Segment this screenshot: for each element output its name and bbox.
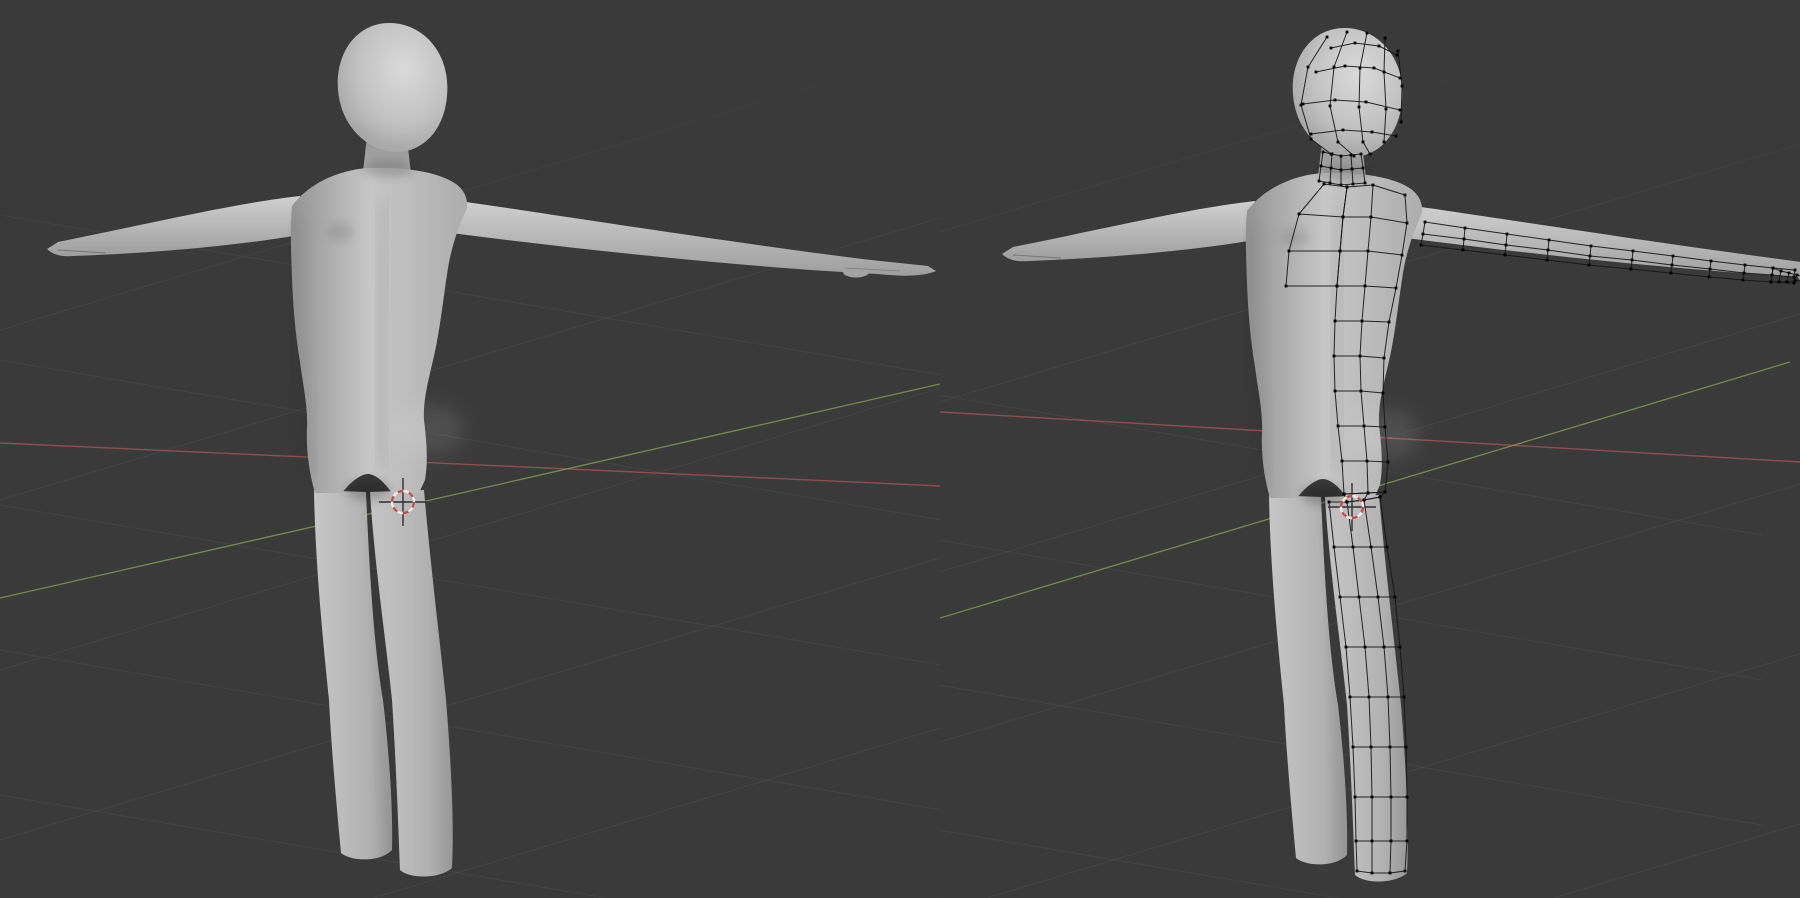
viewport-canvas[interactable] (0, 0, 1800, 898)
horizon-fade (0, 0, 1800, 300)
